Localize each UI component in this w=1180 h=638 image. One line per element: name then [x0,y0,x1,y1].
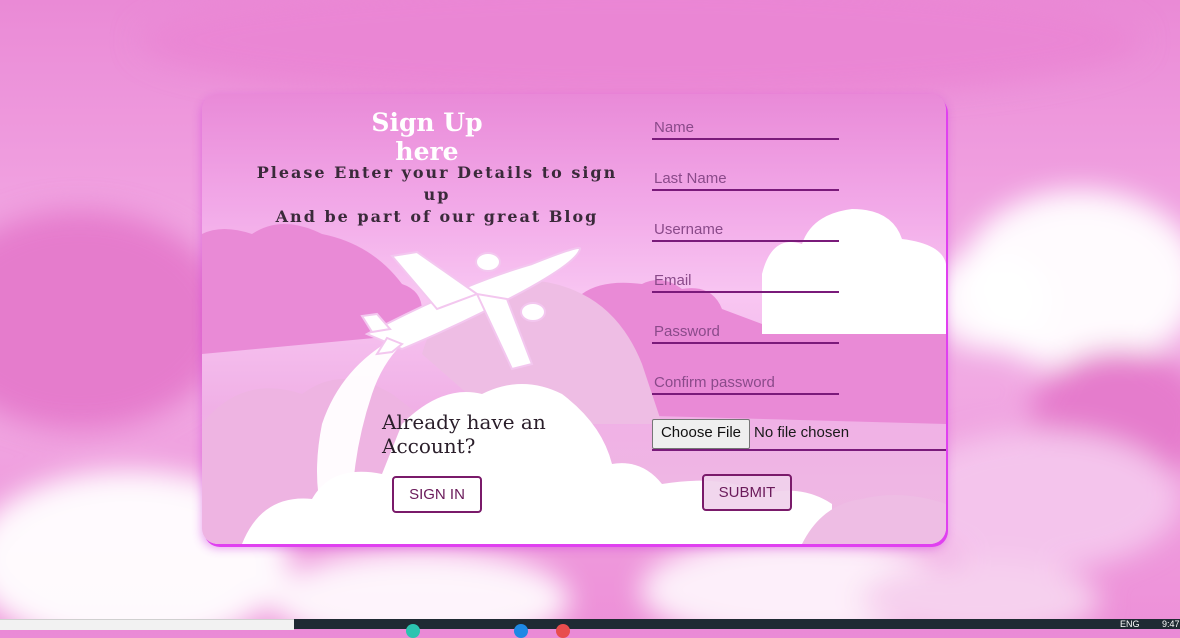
username-input[interactable] [652,218,839,242]
app-icon[interactable] [406,624,420,638]
signup-card: Sign Up here Please Enter your Details t… [202,94,946,544]
already-line-2: Account? [382,434,476,458]
page-title: Sign Up here [371,108,483,166]
signup-subtitle: Please Enter your Details to sign up And… [242,162,632,228]
chrome-icon[interactable] [556,624,570,638]
browser-icon[interactable] [514,624,528,638]
file-upload-field: Choose File No file chosen [652,419,946,451]
last-name-input[interactable] [652,167,839,191]
file-status-text: No file chosen [754,424,850,441]
taskbar-apps-area [294,619,1180,638]
clock-time[interactable]: 9:47 [1162,619,1180,629]
confirm-password-input[interactable] [652,371,839,395]
name-input[interactable] [652,116,839,140]
os-taskbar: ENG 9:47 [0,619,1180,638]
sign-in-button[interactable]: SIGN IN [392,476,482,513]
taskbar-search-area[interactable] [0,619,294,630]
submit-button[interactable]: SUBMIT [702,474,792,511]
language-indicator[interactable]: ENG [1120,619,1140,629]
subtitle-line-1: Please Enter your Details to sign up [256,163,618,204]
subtitle-line-2: And be part of our great Blog [275,207,599,226]
password-input[interactable] [652,320,839,344]
already-line-1: Already have an [382,410,546,434]
already-have-account-text: Already have an Account? [382,410,582,458]
choose-file-button[interactable]: Choose File [652,419,750,449]
email-input[interactable] [652,269,839,293]
